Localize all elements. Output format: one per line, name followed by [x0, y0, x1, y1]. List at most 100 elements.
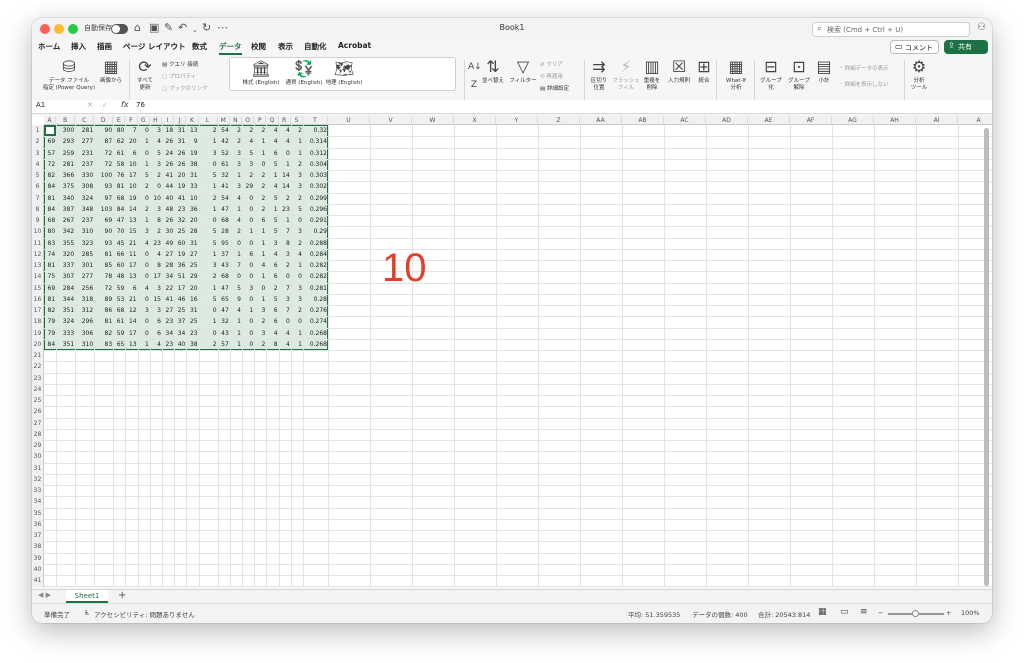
table-cell[interactable]: 53 — [113, 294, 125, 305]
table-cell[interactable]: 0 — [230, 271, 242, 282]
table-cell[interactable]: 21 — [125, 294, 137, 305]
table-cell[interactable]: 0.268 — [303, 328, 328, 339]
table-cell[interactable]: 34 — [162, 271, 174, 282]
row-header[interactable]: 12 — [32, 249, 43, 260]
table-cell[interactable]: 19 — [174, 181, 186, 192]
table-cell[interactable]: 7 — [125, 125, 137, 136]
table-cell[interactable]: 5 — [199, 294, 218, 305]
table-cell[interactable]: 23 — [279, 204, 291, 215]
row-header[interactable]: 1 — [32, 125, 43, 136]
table-cell[interactable]: 81 — [44, 260, 56, 271]
accessibility-status[interactable]: アクセシビリティ: 問題ありません — [94, 609, 195, 619]
table-cell[interactable]: 3 — [291, 226, 303, 237]
table-cell[interactable]: 43 — [218, 328, 230, 339]
table-cell[interactable]: 6 — [150, 328, 162, 339]
table-cell[interactable]: 387 — [56, 204, 75, 215]
table-cell[interactable]: 47 — [218, 204, 230, 215]
table-cell[interactable]: 60 — [113, 260, 125, 271]
table-cell[interactable]: 52 — [218, 148, 230, 159]
table-cell[interactable]: 0 — [291, 215, 303, 226]
column-header[interactable]: I — [162, 116, 175, 125]
table-cell[interactable]: 4 — [291, 249, 303, 260]
analysis-tools-button[interactable]: ⚙ 分析 ツール — [908, 58, 930, 92]
table-cell[interactable]: 14 — [279, 170, 291, 181]
table-cell[interactable]: 26 — [174, 148, 186, 159]
table-cell[interactable]: 81 — [44, 193, 56, 204]
table-cell[interactable]: 1 — [199, 316, 218, 327]
table-cell[interactable]: 26 — [174, 159, 186, 170]
table-cell[interactable]: 0.299 — [303, 193, 328, 204]
table-cell[interactable]: 34 — [162, 328, 174, 339]
table-cell[interactable]: 1 — [266, 170, 278, 181]
table-cell[interactable]: 25 — [186, 260, 198, 271]
column-header[interactable]: AF — [790, 116, 832, 125]
data-validation-button[interactable]: ☒ 入力規則 — [665, 58, 693, 85]
table-cell[interactable]: 75 — [44, 271, 56, 282]
table-cell[interactable]: 97 — [94, 193, 113, 204]
table-cell[interactable]: 0 — [254, 159, 266, 170]
table-cell[interactable]: 1 — [254, 294, 266, 305]
table-cell[interactable]: 2 — [230, 226, 242, 237]
table-cell[interactable]: 3 — [230, 148, 242, 159]
table-cell[interactable]: 9 — [186, 136, 198, 147]
row-header[interactable]: 18 — [32, 316, 43, 327]
table-cell[interactable]: 2 — [242, 170, 254, 181]
sort-button[interactable]: ⇅ 並べ替え — [481, 58, 505, 85]
table-cell[interactable]: 281 — [56, 159, 75, 170]
table-cell[interactable]: 2 — [266, 283, 278, 294]
table-cell[interactable]: 3 — [199, 260, 218, 271]
table-cell[interactable]: 25 — [174, 305, 186, 316]
table-cell[interactable]: 2 — [291, 193, 303, 204]
row-header[interactable]: 20 — [32, 339, 43, 350]
table-cell[interactable]: 2 — [279, 260, 291, 271]
table-cell[interactable]: 83 — [44, 238, 56, 249]
table-cell[interactable]: 0 — [138, 294, 150, 305]
table-cell[interactable]: 259 — [56, 148, 75, 159]
table-cell[interactable]: 0.296 — [303, 204, 328, 215]
table-cell[interactable]: 15 — [150, 294, 162, 305]
reapply-button[interactable]: ⟲ 再適用 — [540, 72, 563, 80]
column-header[interactable]: F — [125, 116, 138, 125]
row-header[interactable]: 13 — [32, 260, 43, 271]
table-cell[interactable]: 28 — [162, 260, 174, 271]
comment-button[interactable]: ▭ コメント — [890, 40, 939, 54]
sort-az-button[interactable]: A↓ Z — [468, 58, 482, 96]
column-header[interactable]: J — [174, 116, 187, 125]
table-cell[interactable]: 308 — [75, 181, 94, 192]
table-cell[interactable]: 10 — [150, 193, 162, 204]
table-cell[interactable]: 66 — [113, 249, 125, 260]
sheet-nav-arrows[interactable]: ◀ ▶ — [38, 591, 51, 599]
table-cell[interactable]: 51 — [174, 271, 186, 282]
geography-button[interactable]: 🗺 地理 (English) — [322, 60, 366, 87]
table-cell[interactable]: 318 — [75, 294, 94, 305]
table-cell[interactable]: 2 — [230, 136, 242, 147]
column-header[interactable]: B — [56, 116, 76, 125]
table-cell[interactable]: 0 — [242, 193, 254, 204]
table-cell[interactable]: 29 — [242, 181, 254, 192]
table-cell[interactable]: 6 — [150, 316, 162, 327]
table-cell[interactable]: 285 — [75, 249, 94, 260]
table-cell[interactable]: 310 — [75, 226, 94, 237]
table-cell[interactable]: 237 — [75, 159, 94, 170]
table-cell[interactable]: 5 — [291, 204, 303, 215]
row-header[interactable]: 17 — [32, 305, 43, 316]
table-cell[interactable]: 27 — [186, 249, 198, 260]
row-header[interactable]: 40 — [32, 564, 43, 575]
table-cell[interactable]: 5 — [199, 226, 218, 237]
table-cell[interactable]: 100 — [94, 170, 113, 181]
table-cell[interactable]: 79 — [44, 316, 56, 327]
table-cell[interactable]: 1 — [254, 136, 266, 147]
table-cell[interactable]: 37 — [218, 249, 230, 260]
table-cell[interactable]: 3 — [150, 283, 162, 294]
spreadsheet-grid[interactable]: A B C D E F G H I J K L M N O P Q R S T U V W X Y Z AA AB AC AD AE AF AG… — [32, 116, 992, 587]
table-cell[interactable]: 0 — [279, 148, 291, 159]
table-cell[interactable]: 38 — [186, 339, 198, 350]
table-cell[interactable]: 3 — [230, 159, 242, 170]
table-cell[interactable]: 3 — [254, 328, 266, 339]
table-cell[interactable]: 0 — [138, 193, 150, 204]
table-cell[interactable]: 4 — [279, 136, 291, 147]
table-cell[interactable]: 78 — [94, 271, 113, 282]
table-cell[interactable]: 3 — [230, 181, 242, 192]
table-cell[interactable]: 74 — [44, 249, 56, 260]
table-cell[interactable]: 4 — [279, 125, 291, 136]
